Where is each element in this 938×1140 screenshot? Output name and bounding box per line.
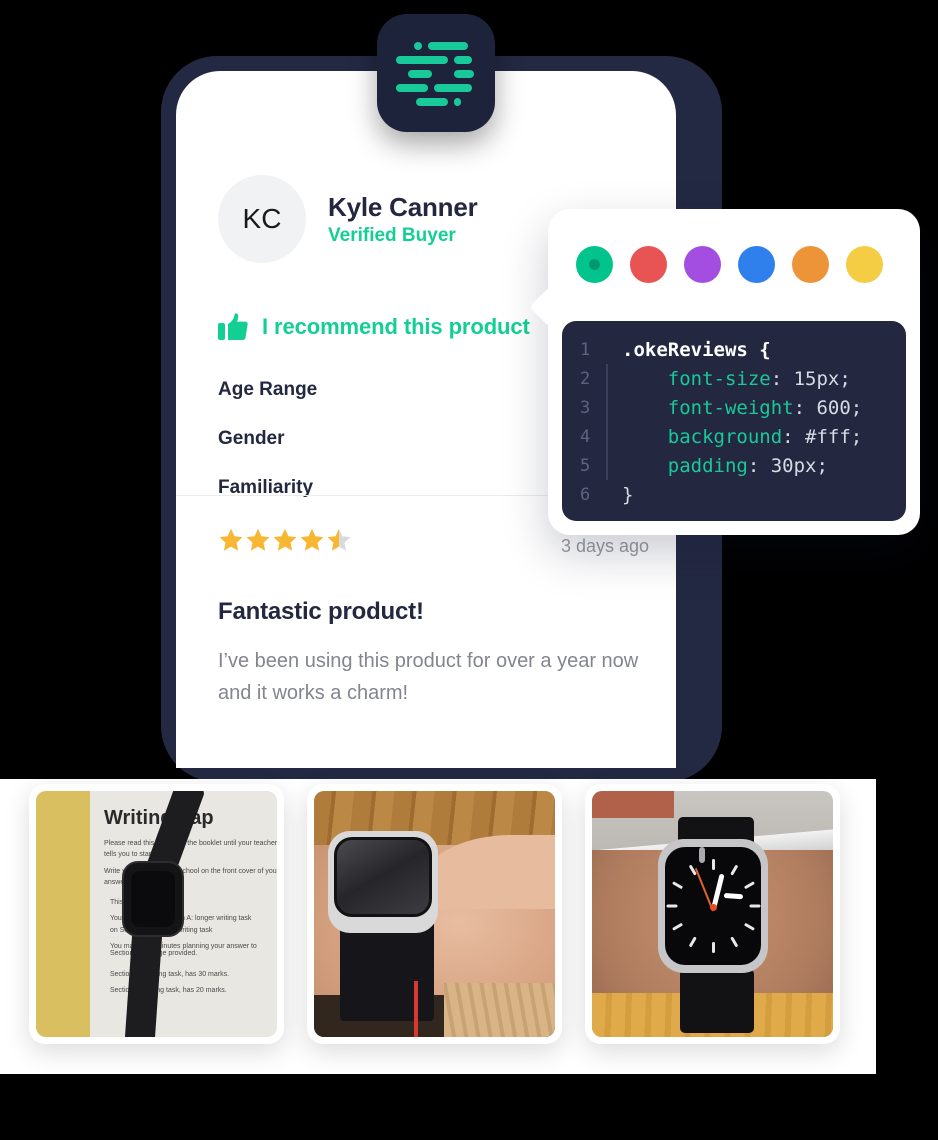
- recommend-label: I recommend this product: [262, 314, 530, 339]
- logo-bar-row-4: [396, 84, 476, 92]
- swatch-yellow[interactable]: [846, 246, 883, 283]
- code-token: font-size: [622, 367, 771, 390]
- star-rating: [218, 527, 352, 553]
- reviewer-identity: Kyle Canner Verified Buyer: [328, 191, 478, 248]
- verified-buyer-badge: Verified Buyer: [328, 225, 456, 247]
- thumbs-up-icon: [218, 313, 248, 340]
- watch-crown: [699, 847, 705, 863]
- star-icon-1: [219, 528, 243, 551]
- watch-case: [122, 861, 184, 937]
- reviewer-name: Kyle Canner: [328, 191, 478, 222]
- paper-year: 2009: [36, 903, 38, 1009]
- logo-bar-row-3: [396, 70, 476, 78]
- clock-tick: [712, 942, 715, 953]
- watch-face: [131, 871, 175, 927]
- code-token: :: [793, 396, 817, 419]
- code-token: .okeReviews {: [622, 338, 771, 361]
- avatar: KC: [218, 175, 306, 263]
- code-line-6: 6 }: [562, 480, 906, 509]
- photo-watch-on-exam-paper: 2009 Writing pap Please read this page, …: [36, 791, 277, 1037]
- review-timestamp: 3 days ago: [561, 536, 650, 556]
- photo-card-3[interactable]: [585, 784, 840, 1044]
- logo-bar-row-5: [396, 98, 476, 106]
- code-token: :: [770, 367, 794, 390]
- line-number: 4: [580, 426, 591, 447]
- clock-tick: [672, 881, 684, 890]
- code-block[interactable]: 1 .okeReviews { 2 font-size : 15px; 3 fo…: [562, 321, 906, 521]
- photo-silver-watch-on-wrist: [314, 791, 555, 1037]
- code-token: background: [622, 425, 783, 448]
- review-title: Fantastic product!: [218, 598, 424, 625]
- code-line-4: 4 background : #fff;: [562, 422, 906, 451]
- line-number: 1: [580, 339, 591, 360]
- clock-tick: [712, 859, 715, 870]
- indent-guide: [606, 364, 608, 393]
- code-line-5: 5 padding : 30px;: [562, 451, 906, 480]
- logo-bar-row-1: [396, 42, 476, 50]
- review-body: I’ve been using this product for over a …: [218, 650, 639, 704]
- swatch-blue[interactable]: [738, 246, 775, 283]
- code-token: 30px;: [770, 454, 828, 477]
- code-token: }: [622, 483, 634, 506]
- clock-tick: [749, 904, 761, 908]
- swatch-orange[interactable]: [792, 246, 829, 283]
- code-line-2: 2 font-size : 15px;: [562, 364, 906, 393]
- photo-card-1[interactable]: 2009 Writing pap Please read this page, …: [29, 784, 284, 1044]
- clock-hour-hand: [723, 893, 744, 900]
- clock-tick: [743, 881, 755, 890]
- photo-card-2[interactable]: [307, 784, 562, 1044]
- line-number: 3: [580, 397, 591, 418]
- code-line-1: 1 .okeReviews {: [562, 335, 906, 364]
- swatch-red[interactable]: [630, 246, 667, 283]
- color-swatch-row: [548, 209, 920, 283]
- star-icon-5-half: [327, 528, 351, 551]
- swatch-green[interactable]: [576, 246, 613, 283]
- line-number: 6: [580, 484, 591, 505]
- watch-screen: [334, 837, 432, 917]
- code-token: font-weight: [622, 396, 794, 419]
- oke-reviews-logo: [377, 14, 495, 132]
- indent-guide: [606, 422, 608, 451]
- watch-band-red-stripe: [414, 981, 418, 1037]
- screenshot-root: KC Kyle Canner Verified Buyer I recommen…: [0, 0, 938, 1140]
- indent-guide: [606, 393, 608, 422]
- clock-tick: [688, 936, 697, 948]
- logo-bar-row-2: [396, 56, 476, 64]
- indent-guide: [606, 451, 608, 480]
- indent-guide: [606, 480, 608, 509]
- code-token: padding: [622, 454, 748, 477]
- clock-tick: [743, 922, 755, 931]
- star-icon-3: [273, 528, 297, 551]
- code-token: :: [747, 454, 771, 477]
- clock-tick: [666, 904, 678, 908]
- brick-wall: [592, 791, 674, 819]
- watch-band-lower: [680, 969, 754, 1033]
- logo-bars: [396, 42, 476, 106]
- paper-paragraph-1: Please read this page, but the booklet u…: [104, 840, 277, 858]
- code-token: 15px;: [793, 367, 851, 390]
- watch-case: [328, 831, 438, 933]
- code-line-3: 3 font-weight : 600;: [562, 393, 906, 422]
- swatch-selected-dot: [589, 259, 600, 270]
- clock-tick: [730, 936, 739, 948]
- star-icon-4: [300, 528, 324, 551]
- code-token: :: [782, 425, 806, 448]
- watch-case: [658, 839, 768, 973]
- swatch-purple[interactable]: [684, 246, 721, 283]
- code-editor-card: 1 .okeReviews { 2 font-size : 15px; 3 fo…: [529, 209, 920, 535]
- line-number: 5: [580, 455, 591, 476]
- desk-wood: [444, 982, 555, 1037]
- clock-center-hub: [710, 904, 717, 911]
- indent-guide: [606, 335, 608, 364]
- photo-watch-face-analog: [592, 791, 833, 1037]
- clock-tick: [730, 864, 739, 876]
- star-icon-2: [246, 528, 270, 551]
- watch-face: [665, 847, 761, 965]
- code-token: #fff;: [805, 425, 863, 448]
- line-number: 2: [580, 368, 591, 389]
- paper-yellow-strip: [36, 791, 90, 1037]
- clock-tick: [672, 922, 684, 931]
- code-token: 600;: [816, 396, 863, 419]
